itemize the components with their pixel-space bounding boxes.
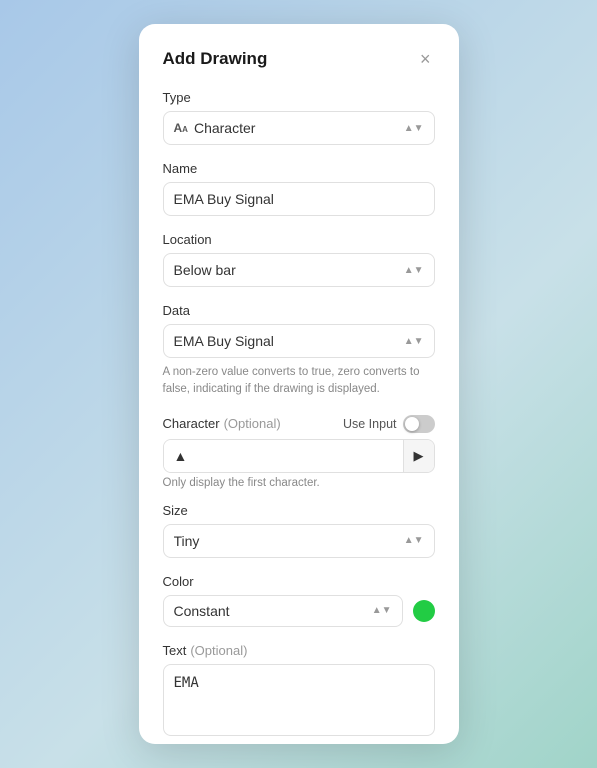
location-field-group: Location Below bar Above bar On bar ▲▼: [163, 232, 435, 287]
close-button[interactable]: ×: [416, 48, 435, 70]
size-select-wrapper: Tiny Small Normal Large ▲▼: [163, 524, 435, 558]
data-select[interactable]: EMA Buy Signal: [174, 333, 404, 349]
modal-header: Add Drawing ×: [163, 48, 435, 70]
character-input-row: ▶: [163, 439, 435, 473]
data-select-wrapper: EMA Buy Signal ▲▼: [163, 324, 435, 358]
name-input[interactable]: [163, 182, 435, 216]
color-select-wrapper: Constant Variable ▲▼: [163, 595, 403, 627]
character-cursor-icon: ▶: [403, 440, 434, 472]
add-drawing-modal: Add Drawing × Type Aa Character Line Arr…: [139, 24, 459, 744]
location-select-wrapper: Below bar Above bar On bar ▲▼: [163, 253, 435, 287]
only-first-char-hint: Only display the first character.: [163, 477, 435, 489]
color-select[interactable]: Constant Variable: [174, 603, 372, 619]
text-textarea[interactable]: EMA: [163, 664, 435, 736]
size-select-arrow-icon: ▲▼: [404, 535, 424, 546]
location-label: Location: [163, 232, 435, 247]
type-label: Type: [163, 90, 435, 105]
location-select-arrow-icon: ▲▼: [404, 265, 424, 276]
type-select-arrow-icon: ▲▼: [404, 123, 424, 134]
size-select[interactable]: Tiny Small Normal Large: [174, 533, 404, 549]
color-select-arrow-icon: ▲▼: [372, 605, 392, 616]
location-select[interactable]: Below bar Above bar On bar: [174, 262, 404, 278]
type-field-group: Type Aa Character Line Arrow Label ▲▼: [163, 90, 435, 145]
use-input-label: Use Input: [343, 417, 397, 431]
color-swatch[interactable]: [413, 600, 435, 622]
name-label: Name: [163, 161, 435, 176]
use-input-toggle[interactable]: [403, 415, 435, 433]
size-field-group: Size Tiny Small Normal Large ▲▼: [163, 503, 435, 558]
character-label-group: Character (Optional): [163, 416, 281, 431]
type-icon: Aa: [174, 121, 188, 135]
data-select-arrow-icon: ▲▼: [404, 336, 424, 347]
character-optional-label: (Optional): [224, 416, 281, 431]
data-label: Data: [163, 303, 435, 318]
character-label: Character: [163, 416, 220, 431]
color-row: Constant Variable ▲▼: [163, 595, 435, 627]
character-input[interactable]: [164, 440, 403, 472]
text-field-group: Text (Optional) EMA Supports multi-line …: [163, 643, 435, 745]
toggle-knob: [405, 417, 419, 431]
type-select-wrapper: Aa Character Line Arrow Label ▲▼: [163, 111, 435, 145]
color-label: Color: [163, 574, 435, 589]
name-field-group: Name: [163, 161, 435, 216]
type-select[interactable]: Character Line Arrow Label: [194, 120, 404, 136]
color-field-group: Color Constant Variable ▲▼: [163, 574, 435, 627]
data-field-group: Data EMA Buy Signal ▲▼ A non-zero value …: [163, 303, 435, 399]
text-optional-label: (Optional): [190, 643, 247, 658]
use-input-group: Use Input: [343, 415, 435, 433]
character-row: Character (Optional) Use Input: [163, 415, 435, 433]
modal-title: Add Drawing: [163, 49, 268, 69]
data-hint: A non-zero value converts to true, zero …: [163, 364, 435, 399]
text-label: Text: [163, 643, 187, 658]
size-label: Size: [163, 503, 435, 518]
